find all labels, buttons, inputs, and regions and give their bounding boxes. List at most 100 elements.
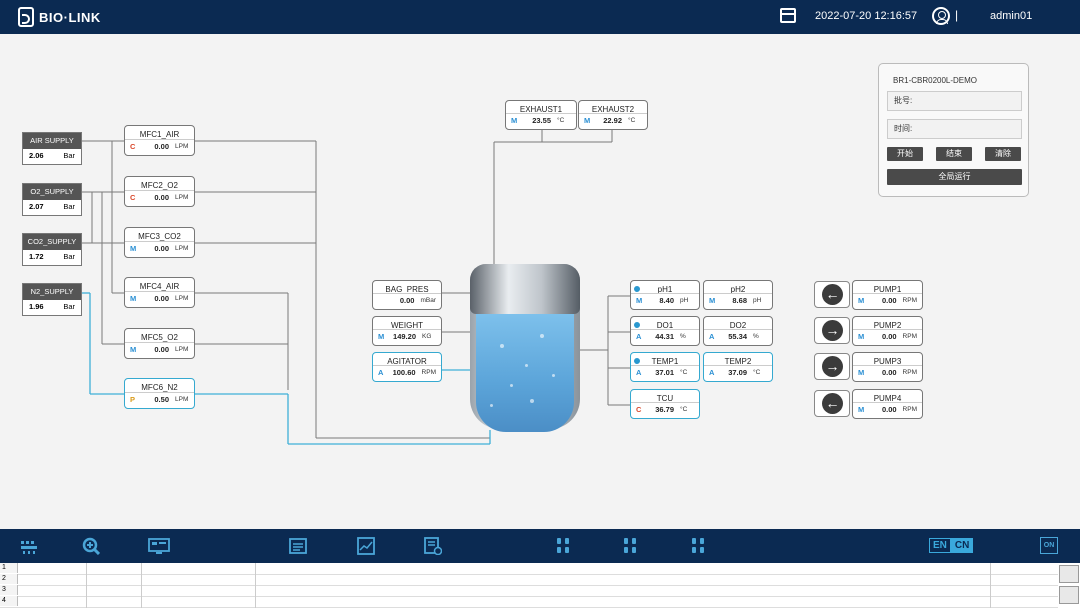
- pump3-direction-button[interactable]: →: [814, 353, 850, 380]
- supply-value: 2.06: [29, 151, 44, 160]
- ph2[interactable]: pH2 M 8.68 pH: [703, 280, 773, 310]
- mfc-value: 0.50: [154, 395, 169, 404]
- temp1[interactable]: TEMP1 A 37.01 °C: [630, 352, 700, 382]
- mfc3-co2[interactable]: MFC3_CO2 M 0.00 LPM: [124, 227, 195, 258]
- pump-unit: RPM: [902, 369, 917, 376]
- mfc-value: 0.00: [154, 193, 169, 202]
- mfc2-o2[interactable]: MFC2_O2 C 0.00 LPM: [124, 176, 195, 207]
- network-icon[interactable]: [20, 537, 38, 555]
- pump-unit: RPM: [902, 406, 917, 413]
- supply-name: O2_SUPPLY: [23, 184, 81, 200]
- arrow-left-icon: ←: [822, 284, 843, 305]
- row-number: 4: [0, 596, 18, 606]
- agitator[interactable]: AGITATOR A 100.60 RPM: [372, 352, 442, 382]
- mfc6-n2[interactable]: MFC6_N2 P 0.50 LPM: [124, 378, 195, 409]
- mfc-value: 0.00: [154, 294, 169, 303]
- clear-button[interactable]: 清除: [985, 147, 1021, 161]
- supply-unit: Bar: [63, 202, 75, 211]
- lang-cn[interactable]: CN: [950, 538, 974, 553]
- supply-o2[interactable]: O2_SUPPLY 2.07 Bar: [22, 183, 82, 216]
- sensor-value: 0.00: [399, 296, 415, 305]
- exhaust1[interactable]: EXHAUST1 M 23.55 °C: [505, 100, 577, 130]
- column-divider: [255, 563, 256, 608]
- pump2[interactable]: PUMP2 M 0.00 RPM: [852, 316, 923, 346]
- temp2[interactable]: TEMP2 A 37.09 °C: [703, 352, 773, 382]
- batch-panel: BR1-CBR0200L-DEMO 批号: 时间: 开始 结束 清除 全局运行: [878, 63, 1029, 197]
- mfc-name: MFC4_AIR: [139, 282, 180, 291]
- history-icon[interactable]: [424, 537, 442, 555]
- arrow-right-icon: →: [822, 320, 843, 341]
- do1[interactable]: DO1 A 44.31%: [630, 316, 700, 346]
- sensor-unit: pH: [680, 297, 689, 304]
- clipboard-icon[interactable]: [1059, 586, 1079, 604]
- mfc4-air[interactable]: MFC4_AIR M 0.00 LPM: [124, 277, 195, 308]
- exhaust-value: 23.55: [532, 116, 551, 125]
- mfc1-air[interactable]: MFC1_AIR C 0.00 LPM: [124, 125, 195, 156]
- report-icon[interactable]: [289, 537, 307, 555]
- trend-icon[interactable]: [357, 537, 375, 555]
- pump3[interactable]: PUMP3 M 0.00 RPM: [852, 352, 923, 382]
- pump-value: 0.00: [881, 368, 897, 377]
- tcu[interactable]: TCU C 36.79 °C: [630, 389, 700, 419]
- supply-unit: Bar: [63, 151, 75, 160]
- exhaust-unit: °C: [628, 117, 636, 124]
- mode-indicator: A: [636, 332, 642, 341]
- mfc-name: MFC6_N2: [141, 383, 178, 392]
- weight[interactable]: WEIGHT M 149.20 KG: [372, 316, 442, 346]
- supply-n2[interactable]: N2_SUPPLY 1.96 Bar: [22, 283, 82, 316]
- bottom-toolbar: ON: [0, 529, 1080, 563]
- mode-indicator: M: [858, 368, 865, 377]
- do2[interactable]: DO2 A 55.34%: [703, 316, 773, 346]
- pump-unit: RPM: [902, 297, 917, 304]
- language-toggle[interactable]: EN CN: [929, 538, 974, 553]
- confirm-icon[interactable]: [1059, 565, 1079, 583]
- pump1-direction-button[interactable]: ←: [814, 281, 850, 308]
- mode-indicator: M: [511, 116, 518, 125]
- bioreactor-vessel: [470, 264, 580, 438]
- bag-pres[interactable]: BAG_PRES 0.00 mBar: [372, 280, 442, 310]
- mfc5-o2[interactable]: MFC5_O2 M 0.00 LPM: [124, 328, 195, 359]
- on-label: ON: [1043, 542, 1055, 549]
- start-button[interactable]: 开始: [887, 147, 923, 161]
- exhaust-unit: °C: [557, 117, 565, 124]
- alarm-grid: 1 2 3 4: [0, 563, 1080, 608]
- vessel-group-icon[interactable]: [690, 537, 708, 555]
- exhaust-value: 22.92: [603, 116, 622, 125]
- supply-air[interactable]: AIR SUPPLY 2.06 Bar: [22, 132, 82, 165]
- vessel-group-icon[interactable]: [555, 537, 573, 555]
- mode-indicator: A: [636, 368, 642, 377]
- global-run-button[interactable]: 全局运行: [887, 169, 1022, 185]
- mode-indicator: M: [636, 296, 643, 305]
- column-divider: [141, 563, 142, 608]
- sensor-value: 36.79: [655, 405, 674, 414]
- sensor-unit: °C: [753, 369, 761, 376]
- batch-number-field[interactable]: 批号:: [887, 91, 1022, 111]
- sensor-unit: mBar: [420, 297, 436, 304]
- pump1[interactable]: PUMP1 M 0.00 RPM: [852, 280, 923, 310]
- pump4-direction-button[interactable]: ←: [814, 390, 850, 417]
- pump4[interactable]: PUMP4 M 0.00 RPM: [852, 389, 923, 419]
- lang-en[interactable]: EN: [929, 538, 951, 553]
- mfc-name: MFC5_O2: [141, 333, 178, 342]
- power-on-button[interactable]: ON: [1040, 537, 1058, 554]
- monitor-icon[interactable]: [148, 537, 170, 555]
- supply-value: 2.07: [29, 202, 44, 211]
- end-button[interactable]: 结束: [936, 147, 972, 161]
- supply-name: N2_SUPPLY: [23, 284, 81, 300]
- table-row[interactable]: 4: [0, 596, 1058, 608]
- mfc-unit: LPM: [175, 346, 189, 353]
- time-field[interactable]: 时间:: [887, 119, 1022, 139]
- mfc-value: 0.00: [154, 142, 169, 151]
- panel-title: BR1-CBR0200L-DEMO: [893, 76, 978, 85]
- arrow-left-icon: ←: [822, 393, 843, 414]
- mode-indicator: C: [130, 193, 136, 202]
- sensor-value: 149.20: [393, 332, 416, 341]
- supply-co2[interactable]: CO2_SUPPLY 1.72 Bar: [22, 233, 82, 266]
- mfc-value: 0.00: [154, 345, 169, 354]
- pump2-direction-button[interactable]: →: [814, 317, 850, 344]
- zoom-icon[interactable]: [82, 537, 100, 555]
- ph1[interactable]: pH1 M 8.40 pH: [630, 280, 700, 310]
- exhaust2[interactable]: EXHAUST2 M 22.92 °C: [578, 100, 648, 130]
- vessel-group-icon[interactable]: [622, 537, 640, 555]
- supply-name: AIR SUPPLY: [23, 133, 81, 149]
